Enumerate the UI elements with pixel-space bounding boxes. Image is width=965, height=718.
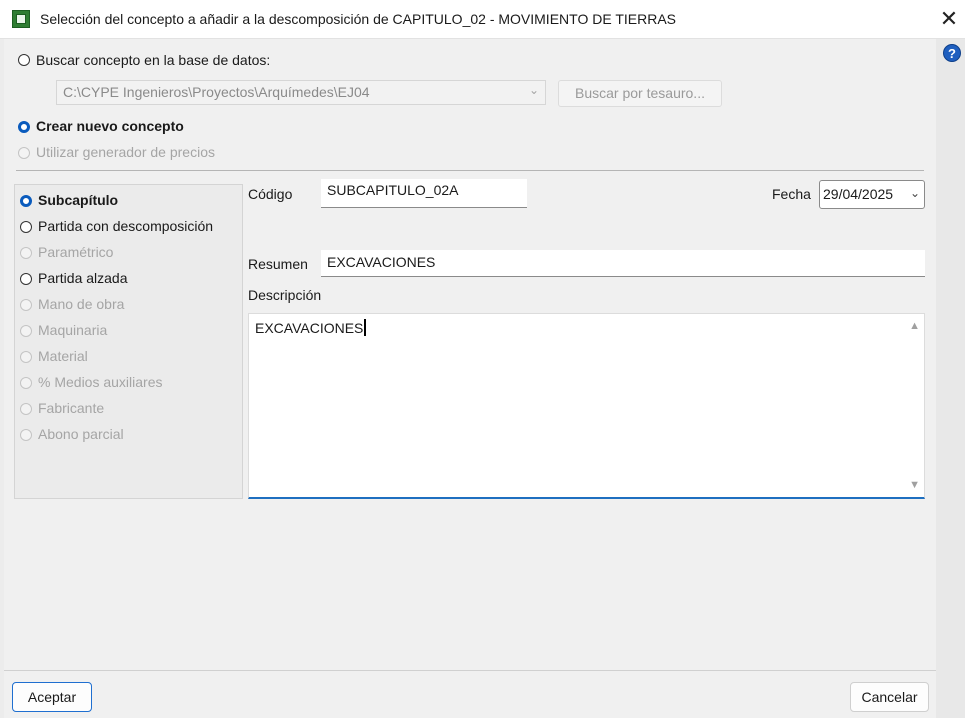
type-label: Partida alzada [38, 270, 128, 286]
search-thesaurus-button: Buscar por tesauro... [558, 80, 722, 107]
code-input[interactable]: SUBCAPITULO_02A [321, 179, 527, 208]
type-radio [20, 403, 32, 415]
footer-divider [4, 670, 936, 671]
database-path-combo: C:\CYPE Ingenieros\Proyectos\Arquímedes\… [56, 80, 546, 105]
price-generator-label: Utilizar generador de precios [36, 144, 215, 160]
summary-input[interactable]: EXCAVACIONES [321, 250, 925, 277]
type-label: % Medios auxiliares [38, 374, 163, 390]
type-label: Material [38, 348, 88, 364]
side-strip [936, 39, 965, 718]
type-label: Abono parcial [38, 426, 124, 442]
accept-button[interactable]: Aceptar [12, 682, 92, 712]
type-option-medios-auxiliares [20, 376, 32, 392]
section-separator [16, 170, 924, 171]
database-path-value: C:\CYPE Ingenieros\Proyectos\Arquímedes\… [63, 84, 370, 100]
description-textarea[interactable]: EXCAVACIONES ▲ ▼ [248, 313, 925, 499]
type-label: Mano de obra [38, 296, 125, 312]
help-icon[interactable]: ? [943, 44, 961, 62]
create-new-option[interactable] [18, 120, 30, 136]
type-option-abono-parcial [20, 428, 32, 444]
search-db-label: Buscar concepto en la base de datos: [36, 52, 271, 68]
type-label: Paramétrico [38, 244, 114, 260]
window-title: Selección del concepto a añadir a la des… [40, 11, 676, 27]
type-label: Fabricante [38, 400, 105, 416]
type-option-subcapitulo[interactable] [20, 194, 32, 210]
search-db-option[interactable] [18, 53, 30, 69]
type-label: Maquinaria [38, 322, 108, 338]
date-label: Fecha [772, 186, 811, 202]
search-db-radio[interactable] [18, 54, 30, 66]
description-text-line: EXCAVACIONES [255, 319, 367, 336]
create-new-label: Crear nuevo concepto [36, 118, 184, 134]
chevron-down-icon[interactable]: ⌄ [910, 186, 920, 200]
close-icon[interactable]: ✕ [936, 6, 962, 32]
price-generator-option [18, 146, 30, 162]
type-option-maquinaria [20, 324, 32, 340]
type-option-partida-descomposicion[interactable] [20, 220, 32, 236]
chevron-down-icon: ⌄ [528, 83, 539, 97]
scroll-up-arrow-icon[interactable]: ▲ [909, 320, 920, 332]
type-radio [20, 299, 32, 311]
type-radio [20, 351, 32, 363]
type-option-partida-alzada[interactable] [20, 272, 32, 288]
type-radio[interactable] [20, 221, 32, 233]
type-radio [20, 377, 32, 389]
type-radio [20, 429, 32, 441]
type-option-fabricante [20, 402, 32, 418]
type-label: Partida con descomposición [38, 218, 214, 234]
code-label: Código [248, 186, 293, 202]
description-label: Descripción [248, 287, 322, 303]
type-option-parametrico [20, 246, 32, 262]
text-caret [364, 319, 367, 336]
price-generator-radio [18, 147, 30, 159]
type-option-mano-obra [20, 298, 32, 314]
title-bar: Selección del concepto a añadir a la des… [0, 0, 965, 39]
summary-label: Resumen [248, 256, 308, 272]
description-value: EXCAVACIONES [255, 320, 364, 336]
date-value: 29/04/2025 [823, 186, 894, 202]
type-radio[interactable] [20, 195, 32, 207]
date-picker[interactable]: 29/04/2025 ⌄ [819, 180, 925, 209]
type-radio[interactable] [20, 273, 32, 285]
type-radio [20, 247, 32, 259]
scroll-down-arrow-icon[interactable]: ▼ [909, 479, 920, 491]
type-label: Subcapítulo [38, 192, 119, 208]
cancel-button[interactable]: Cancelar [850, 682, 929, 712]
type-option-material [20, 350, 32, 366]
create-new-radio[interactable] [18, 121, 30, 133]
app-icon [12, 10, 30, 28]
type-radio [20, 325, 32, 337]
